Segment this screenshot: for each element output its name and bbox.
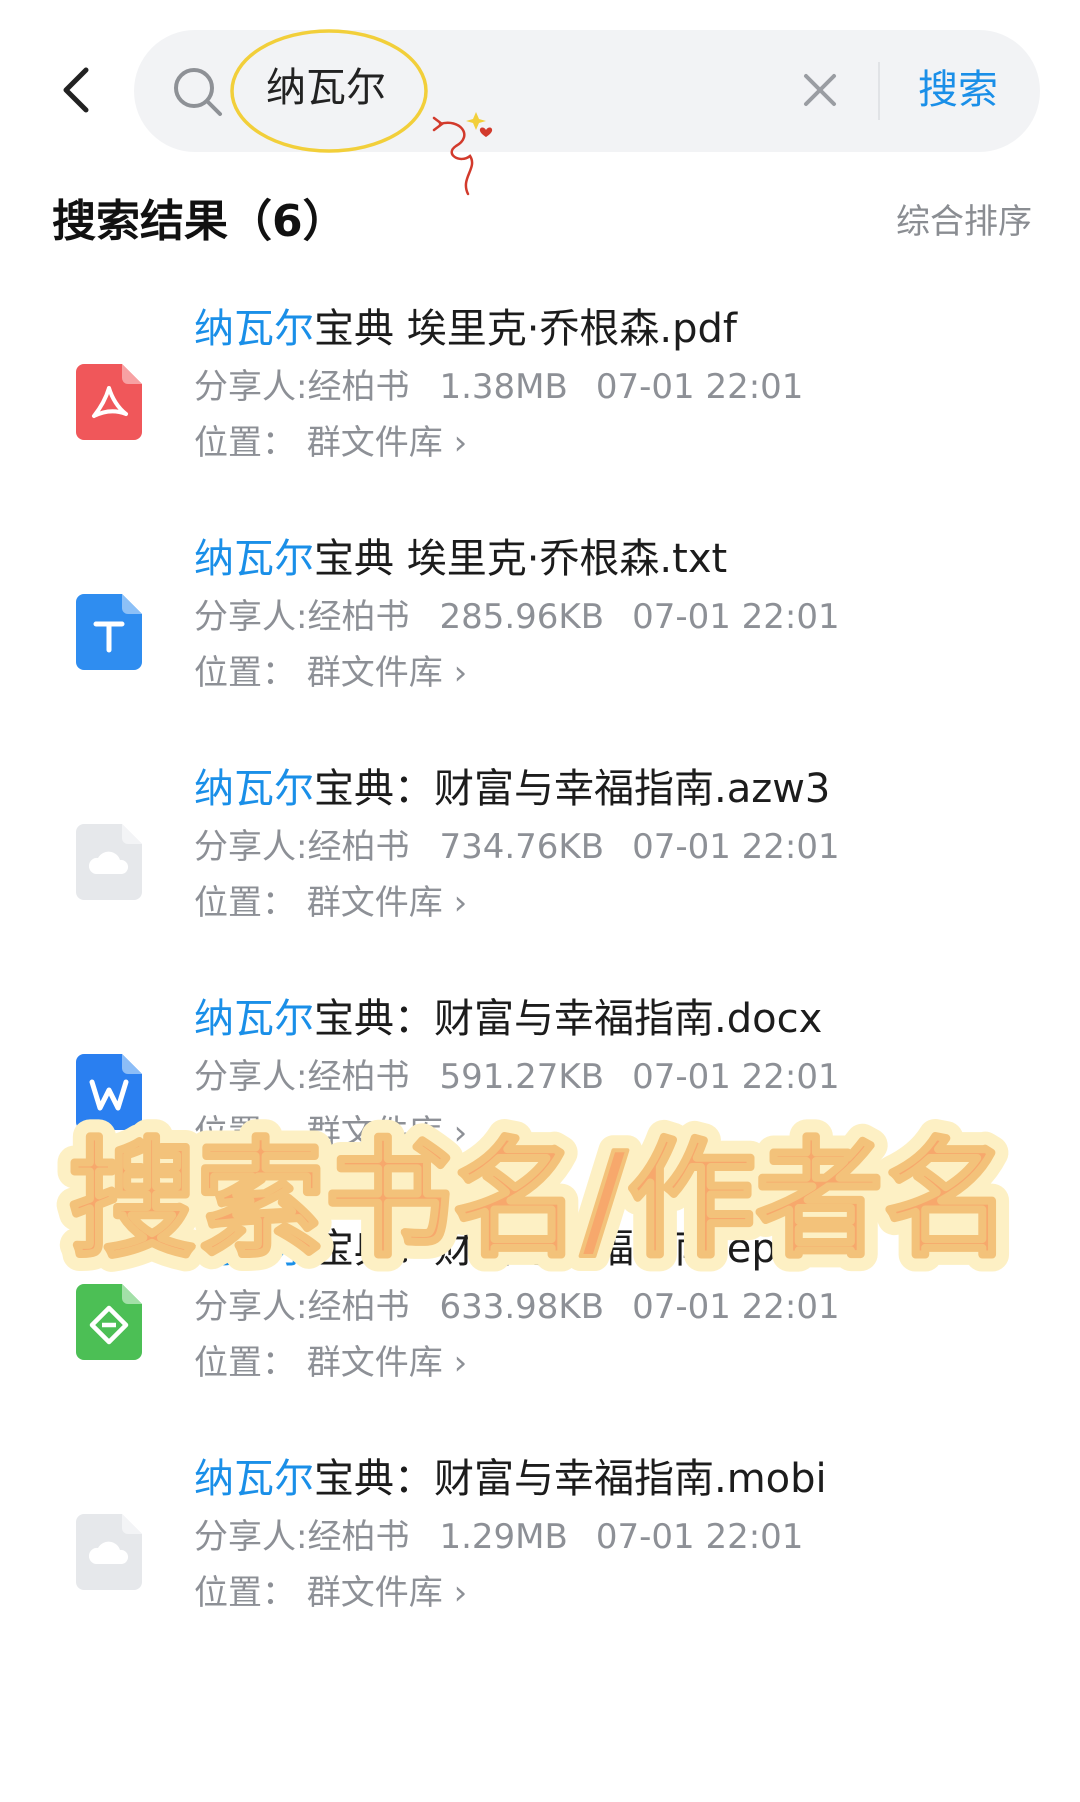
file-name[interactable]: 纳瓦尔宝典 埃里克·乔根森.txt	[194, 530, 727, 588]
file-meta: 分享人:经柏书 1.38MB 07-01 22:01	[194, 362, 803, 412]
clear-icon[interactable]	[798, 68, 842, 112]
chevron-right-icon: ›	[442, 653, 468, 693]
file-size: 1.38MB	[439, 367, 568, 407]
file-location: 位置： 群文件库	[194, 1343, 443, 1383]
file-location-link[interactable]: 位置： 群文件库 ›	[194, 878, 467, 928]
file-meta: 分享人:经柏书 633.98KB 07-01 22:01	[194, 1282, 840, 1332]
file-sharer: 分享人:经柏书	[194, 827, 410, 867]
file-name-highlight: 纳瓦尔	[194, 536, 314, 582]
txt-file-icon	[76, 594, 142, 670]
chevron-right-icon: ›	[442, 1573, 468, 1613]
search-input[interactable]: 纳瓦尔	[266, 60, 386, 116]
file-time: 07-01 22:01	[632, 1057, 840, 1097]
file-time: 07-01 22:01	[632, 1287, 840, 1327]
pdf-file-icon	[76, 364, 142, 440]
file-location: 位置： 群文件库	[194, 653, 443, 693]
file-name-highlight: 纳瓦尔	[194, 766, 314, 812]
results-title: 搜索结果（6）	[52, 196, 347, 247]
file-sharer: 分享人:经柏书	[194, 1517, 410, 1557]
file-size: 633.98KB	[439, 1287, 605, 1327]
file-size: 1.29MB	[439, 1517, 568, 1557]
file-name-highlight: 纳瓦尔	[194, 996, 314, 1042]
chevron-left-icon	[63, 67, 89, 113]
result-row-2[interactable]: 纳瓦尔宝典 埃里克·乔根森.txt 分享人:经柏书 285.96KB 07-01 2…	[0, 530, 1080, 750]
chevron-right-icon: ›	[442, 883, 468, 923]
file-location-link[interactable]: 位置： 群文件库 ›	[194, 1338, 467, 1388]
file-size: 591.27KB	[439, 1057, 605, 1097]
file-time: 07-01 22:01	[632, 597, 840, 637]
file-name[interactable]: 纳瓦尔宝典：财富与幸福指南.mobi	[194, 1450, 827, 1508]
search-divider	[878, 62, 880, 120]
file-meta: 分享人:经柏书 1.29MB 07-01 22:01	[194, 1512, 803, 1562]
file-location-link[interactable]: 位置： 群文件库 ›	[194, 1568, 467, 1618]
file-sharer: 分享人:经柏书	[194, 367, 410, 407]
arrow-doodle-icon	[432, 112, 493, 196]
result-row-6[interactable]: 纳瓦尔宝典：财富与幸福指南.mobi 分享人:经柏书 1.29MB 07-01 22…	[0, 1450, 1080, 1670]
file-name-rest: 宝典 埃里克·乔根森.pdf	[314, 306, 738, 352]
file-name-highlight: 纳瓦尔	[194, 306, 314, 352]
file-name-rest: 宝典：财富与幸福指南.mobi	[314, 1456, 827, 1502]
chevron-right-icon: ›	[442, 1343, 468, 1383]
file-sharer: 分享人:经柏书	[194, 597, 410, 637]
cloud-file-icon	[76, 824, 142, 900]
file-meta: 分享人:经柏书 285.96KB 07-01 22:01	[194, 592, 840, 642]
file-time: 07-01 22:01	[632, 827, 840, 867]
file-location: 位置： 群文件库	[194, 883, 443, 923]
back-button[interactable]	[50, 62, 106, 118]
file-name-rest: 宝典 埃里克·乔根森.txt	[314, 536, 728, 582]
file-time: 07-01 22:01	[595, 1517, 804, 1557]
file-name[interactable]: 纳瓦尔宝典：财富与幸福指南.docx	[194, 990, 822, 1048]
sort-button[interactable]: 综合排序	[896, 198, 1032, 246]
file-size: 734.76KB	[439, 827, 605, 867]
file-size: 285.96KB	[439, 597, 605, 637]
overlay-caption: 搜索书名/作者名	[69, 1126, 1012, 1275]
file-name[interactable]: 纳瓦尔宝典 埃里克·乔根森.pdf	[194, 300, 737, 358]
search-button[interactable]: 搜索	[918, 60, 998, 120]
file-location: 位置： 群文件库	[194, 423, 443, 463]
file-meta: 分享人:经柏书 734.76KB 07-01 22:01	[194, 822, 840, 872]
file-meta: 分享人:经柏书 591.27KB 07-01 22:01	[194, 1052, 840, 1102]
file-time: 07-01 22:01	[595, 367, 804, 407]
file-name-rest: 宝典：财富与幸福指南.docx	[314, 996, 823, 1042]
search-icon	[174, 68, 222, 116]
result-row-3[interactable]: 纳瓦尔宝典：财富与幸福指南.azw3 分享人:经柏书 734.76KB 07-01 …	[0, 760, 1080, 980]
file-name-highlight: 纳瓦尔	[194, 1456, 314, 1502]
file-sharer: 分享人:经柏书	[194, 1287, 410, 1327]
search-bar: 纳瓦尔 搜索	[134, 29, 1040, 153]
result-row-1[interactable]: 纳瓦尔宝典 埃里克·乔根森.pdf 分享人:经柏书 1.38MB 07-01 22:…	[0, 300, 1080, 520]
file-location: 位置： 群文件库	[194, 1573, 443, 1613]
file-name-rest: 宝典：财富与幸福指南.azw3	[314, 766, 831, 812]
file-sharer: 分享人:经柏书	[194, 1057, 410, 1097]
overlay-caption-banner: 搜索书名/作者名 搜索书名/作者名	[54, 1116, 1027, 1286]
file-location-link[interactable]: 位置： 群文件库 ›	[194, 648, 467, 698]
file-name[interactable]: 纳瓦尔宝典：财富与幸福指南.azw3	[194, 760, 830, 818]
chevron-right-icon: ›	[442, 423, 468, 463]
cloud-file-icon	[76, 1514, 142, 1590]
epub-file-icon	[76, 1284, 142, 1360]
file-location-link[interactable]: 位置： 群文件库 ›	[194, 418, 467, 468]
